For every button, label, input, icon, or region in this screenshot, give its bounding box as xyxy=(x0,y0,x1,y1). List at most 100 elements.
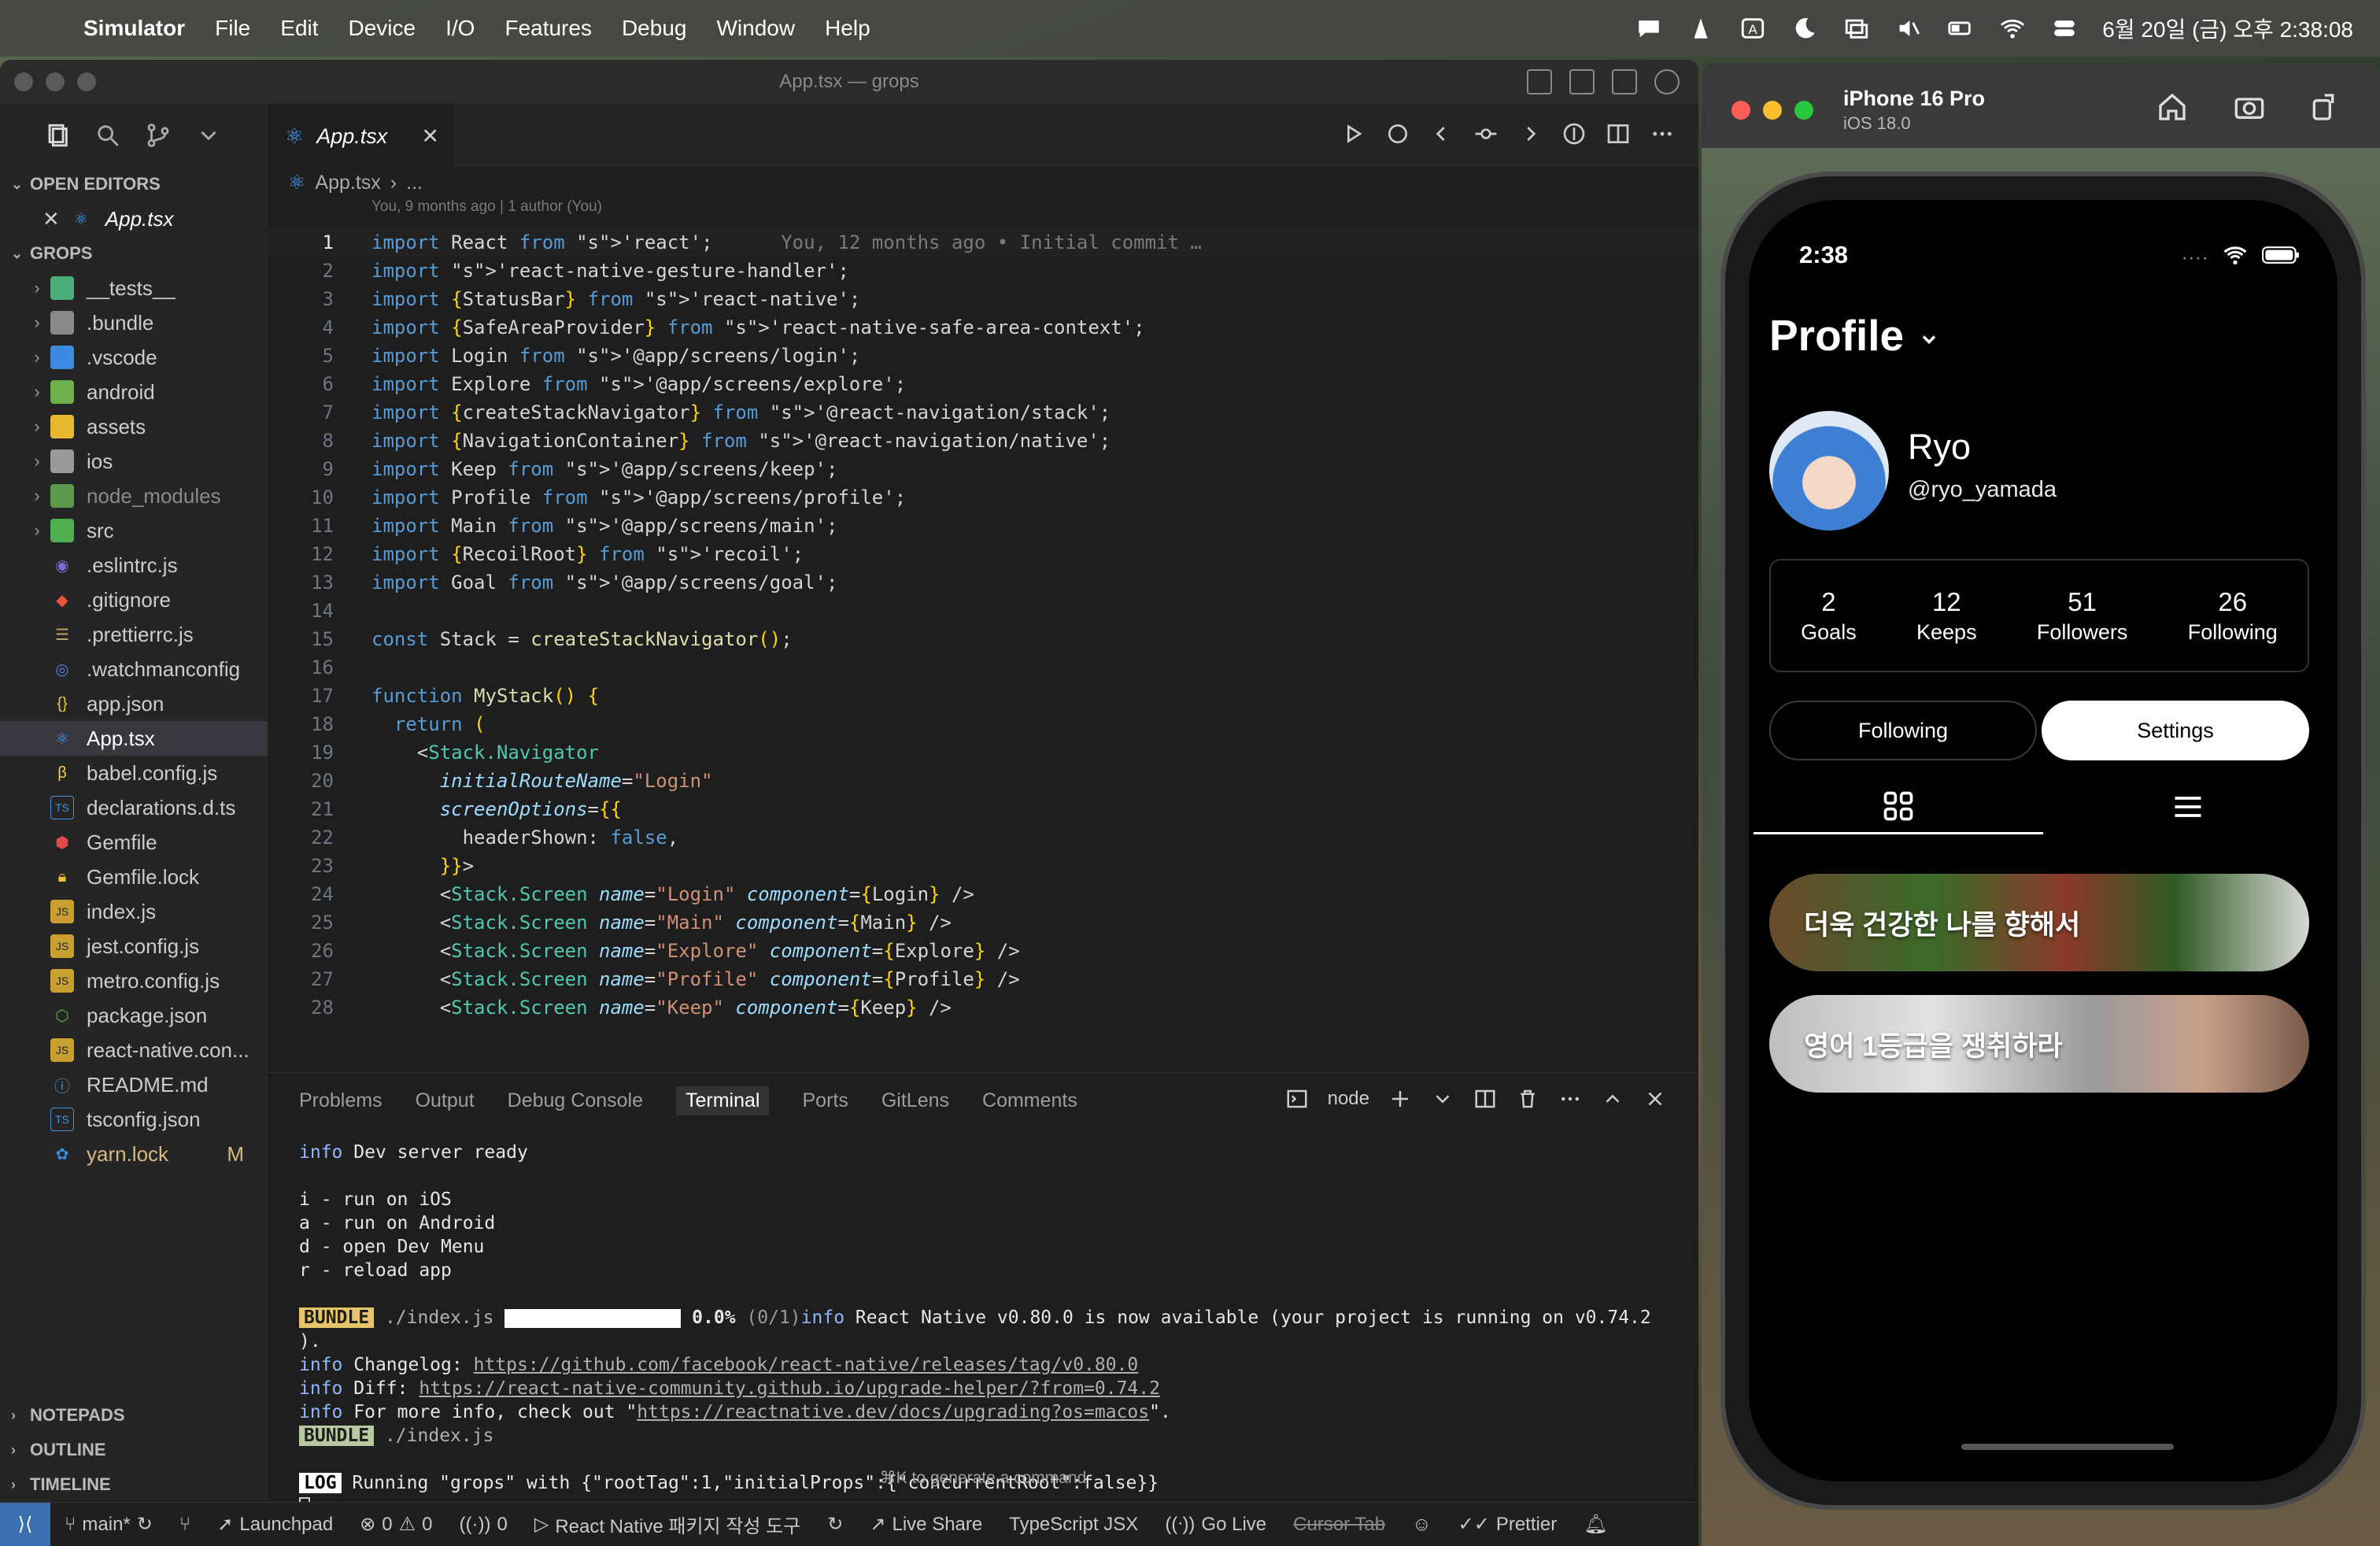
goal-card[interactable]: 더욱 건강한 나를 향해서 xyxy=(1769,874,2309,971)
more-views-chevron-icon[interactable] xyxy=(195,122,222,149)
code-line[interactable]: 13 import Goal from "s">'@app/screens/goa… xyxy=(268,568,1698,597)
file-item[interactable]: JS metro.config.js xyxy=(0,963,268,998)
upgrading-docs-link[interactable]: https://reactnative.dev/docs/upgrading?o… xyxy=(637,1402,1149,1422)
code-line[interactable]: 9 import Keep from "s">'@app/screens/keep… xyxy=(268,455,1698,483)
code-view[interactable]: 1 import React from "s">'react'; You, 12 … xyxy=(268,228,1698,1022)
prettier-item[interactable]: ✓✓ Prettier xyxy=(1458,1513,1558,1536)
code-line[interactable]: 17 function MyStack() { xyxy=(268,682,1698,710)
open-editors-header[interactable]: ⌄ OPEN EDITORS xyxy=(0,167,268,202)
list-view-tab[interactable] xyxy=(2043,779,2333,834)
code-line[interactable]: 21 screenOptions={{ xyxy=(268,795,1698,823)
notifications-bell-icon[interactable]: 🔔︎ xyxy=(1584,1513,1607,1536)
code-line[interactable]: 3 import {StatusBar} from "s">'react-nati… xyxy=(268,285,1698,313)
code-line[interactable]: 25 <Stack.Screen name="Main" component={… xyxy=(268,908,1698,937)
folder-item[interactable]: › __tests__ xyxy=(0,271,268,305)
stat-followers[interactable]: 51 Followers xyxy=(2037,587,2128,645)
code-line[interactable]: 16 xyxy=(268,653,1698,682)
react-native-packager-item[interactable]: ▷ React Native 패키지 작성 도구 xyxy=(534,1511,800,1538)
folder-item[interactable]: › .vscode xyxy=(0,340,268,375)
file-item[interactable]: ☰ .prettierrc.js xyxy=(0,617,268,652)
inline-blame[interactable]: You, 12 months ago • Initial commit … xyxy=(713,228,1202,257)
settings-button[interactable]: Settings xyxy=(2042,701,2309,760)
file-item[interactable]: ⬢ Gemfile xyxy=(0,825,268,860)
home-indicator[interactable] xyxy=(1961,1444,2174,1450)
code-line[interactable]: 14 xyxy=(268,597,1698,625)
stat-keeps[interactable]: 12 Keeps xyxy=(1916,587,1977,645)
terminal-output[interactable]: info Dev server ready i - run on iOS a -… xyxy=(299,1141,1684,1518)
file-item[interactable]: ◉ .eslintrc.js xyxy=(0,548,268,583)
more-actions-icon[interactable] xyxy=(1558,1087,1582,1111)
code-line[interactable]: 12 import {RecoilRoot} from "s">'recoil'; xyxy=(268,540,1698,568)
file-item[interactable]: JS react-native.con... xyxy=(0,1033,268,1067)
menu-help[interactable]: Help xyxy=(825,16,870,41)
code-line[interactable]: 4 import {SafeAreaProvider} from "s">'rea… xyxy=(268,313,1698,342)
toggle-secondary-sidebar-icon[interactable] xyxy=(1612,69,1637,94)
code-line[interactable]: 1 import React from "s">'react'; You, 12 … xyxy=(268,228,1698,257)
close-icon[interactable]: ✕ xyxy=(42,207,60,231)
file-item[interactable]: ⓘ README.md xyxy=(0,1067,268,1102)
tab-output[interactable]: Output xyxy=(416,1089,475,1112)
minimize-window-button[interactable] xyxy=(46,72,65,91)
stat-following[interactable]: 26 Following xyxy=(2188,587,2278,645)
zoom-window-button[interactable] xyxy=(77,72,96,91)
code-line[interactable]: 5 import Login from "s">'@app/screens/log… xyxy=(268,342,1698,370)
minimize-window-button[interactable] xyxy=(1763,101,1782,120)
folder-item[interactable]: › assets xyxy=(0,409,268,444)
breadcrumb-file[interactable]: App.tsx xyxy=(315,172,380,194)
code-line[interactable]: 23 }}> xyxy=(268,852,1698,880)
code-line[interactable]: 11 import Main from "s">'@app/screens/mai… xyxy=(268,512,1698,540)
refresh-icon[interactable]: ↻ xyxy=(827,1513,843,1536)
split-terminal-icon[interactable] xyxy=(1473,1087,1497,1111)
file-item-modified[interactable]: ✿ yarn.lock M xyxy=(0,1137,268,1171)
control-center-icon[interactable] xyxy=(2050,14,2079,43)
go-forward-icon[interactable] xyxy=(1517,121,1543,146)
explorer-icon[interactable] xyxy=(44,122,71,149)
close-window-button[interactable] xyxy=(1731,101,1750,120)
sound-muted-icon[interactable] xyxy=(1894,14,1923,43)
folder-item[interactable]: › ios xyxy=(0,444,268,479)
go-back-icon[interactable] xyxy=(1429,121,1454,146)
codelens-blame[interactable]: You, 9 months ago | 1 author (You) xyxy=(268,198,1698,222)
menu-io[interactable]: I/O xyxy=(445,16,475,41)
file-item-selected[interactable]: ⚛ App.tsx xyxy=(0,721,268,756)
split-editor-icon[interactable] xyxy=(1606,121,1631,146)
problems-count[interactable]: ⊗ 0 ⚠ 0 xyxy=(360,1513,432,1536)
following-button[interactable]: Following xyxy=(1769,701,2037,760)
live-share-item[interactable]: ↗ Live Share xyxy=(870,1513,982,1536)
code-line[interactable]: 19 <Stack.Navigator xyxy=(268,738,1698,767)
sync-icon[interactable]: ↻ xyxy=(137,1513,153,1536)
menu-debug[interactable]: Debug xyxy=(622,16,687,41)
code-line[interactable]: 26 <Stack.Screen name="Explore" componen… xyxy=(268,937,1698,965)
profile-title-dropdown[interactable]: Profile xyxy=(1769,310,1940,361)
code-line[interactable]: 22 headerShown: false, xyxy=(268,823,1698,852)
avatar[interactable] xyxy=(1769,411,1889,531)
menu-edit[interactable]: Edit xyxy=(280,16,318,41)
folder-item[interactable]: › src xyxy=(0,513,268,548)
tab-comments[interactable]: Comments xyxy=(982,1089,1077,1112)
run-debug-icon[interactable] xyxy=(1341,121,1366,146)
rotate-icon[interactable] xyxy=(2308,91,2339,123)
workspace-header[interactable]: ⌄ GROPS xyxy=(0,236,268,271)
changelog-link[interactable]: https://github.com/facebook/react-native… xyxy=(474,1355,1139,1375)
toggle-panel-icon[interactable] xyxy=(1569,69,1595,94)
go-live-item[interactable]: ((ᐧ)) Go Live xyxy=(1165,1513,1266,1536)
file-item[interactable]: ⬡ package.json xyxy=(0,998,268,1033)
menu-device[interactable]: Device xyxy=(349,16,416,41)
messages-icon[interactable] xyxy=(1635,14,1663,43)
more-actions-icon[interactable] xyxy=(1650,121,1675,146)
launchpad-item[interactable]: ➚ Launchpad xyxy=(217,1513,333,1536)
grid-view-tab[interactable] xyxy=(1754,779,2043,834)
code-line[interactable]: 15 const Stack = createStackNavigator(); xyxy=(268,625,1698,653)
language-mode[interactable]: TypeScript JSX xyxy=(1009,1514,1138,1536)
goal-card[interactable]: 영어 1등급을 쟁취하라 xyxy=(1769,995,2309,1093)
code-line[interactable]: 18 return ( xyxy=(268,710,1698,738)
tab-terminal[interactable]: Terminal xyxy=(676,1086,770,1115)
code-line[interactable]: 7 import {createStackNavigator} from "s">… xyxy=(268,398,1698,427)
folder-item[interactable]: › node_modules xyxy=(0,479,268,513)
menu-app-name[interactable]: Simulator xyxy=(83,16,185,41)
gitlens-icon[interactable] xyxy=(1561,121,1587,146)
focus-moon-icon[interactable] xyxy=(1791,14,1819,43)
menu-window[interactable]: Window xyxy=(716,16,795,41)
code-line[interactable]: 2 import "s">'react-native-gesture-handle… xyxy=(268,257,1698,285)
close-panel-icon[interactable] xyxy=(1643,1087,1667,1111)
